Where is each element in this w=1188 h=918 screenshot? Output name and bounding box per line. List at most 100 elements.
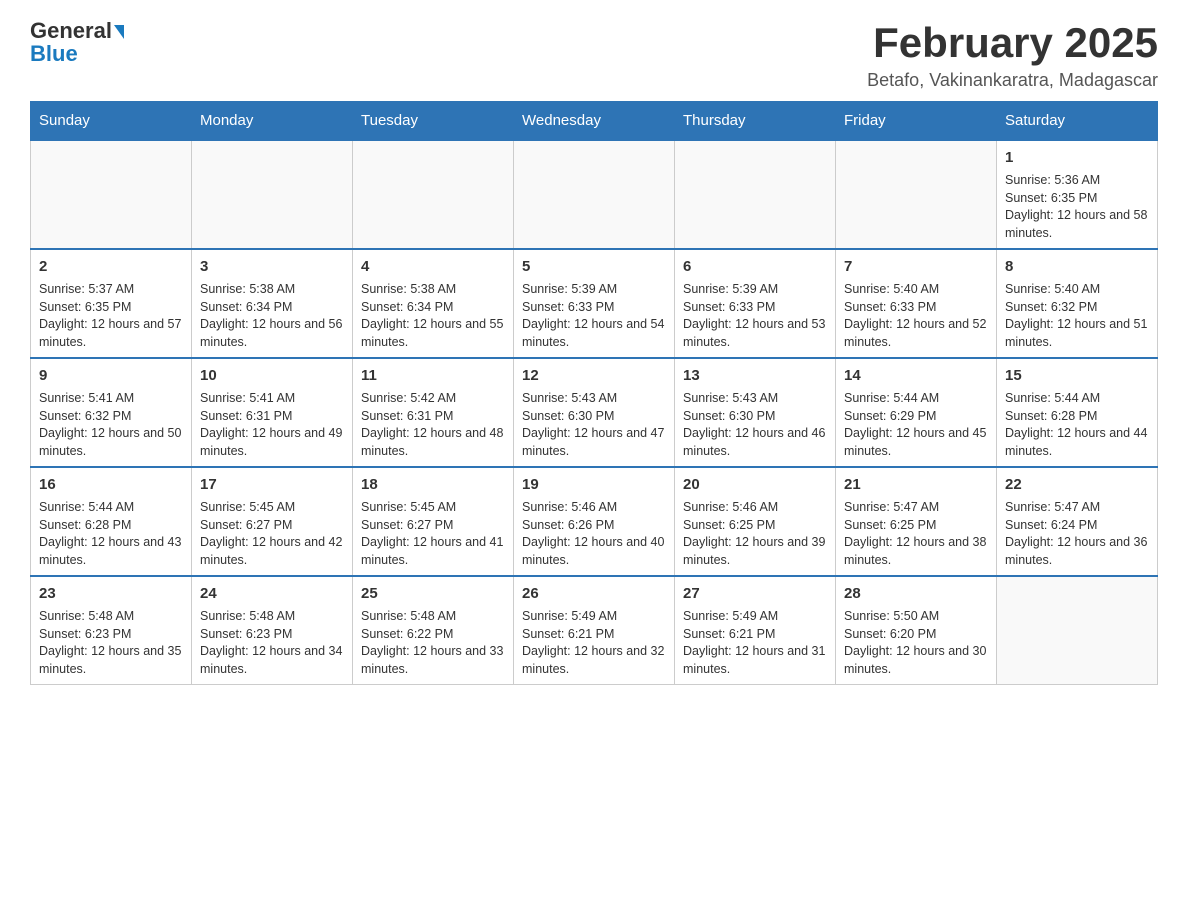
- day-number: 20: [683, 474, 827, 495]
- day-header-wednesday: Wednesday: [514, 102, 675, 141]
- calendar-day: 19 Sunrise: 5:46 AM Sunset: 6:26 PM Dayli…: [514, 467, 675, 576]
- day-info: Sunrise: 5:43 AM Sunset: 6:30 PM Dayligh…: [522, 390, 666, 460]
- logo-general-text: General: [30, 18, 112, 43]
- day-number: 10: [200, 365, 344, 386]
- calendar-day: 2 Sunrise: 5:37 AM Sunset: 6:35 PM Daylig…: [31, 249, 192, 358]
- day-number: 14: [844, 365, 988, 386]
- day-number: 16: [39, 474, 183, 495]
- day-info: Sunrise: 5:50 AM Sunset: 6:20 PM Dayligh…: [844, 608, 988, 678]
- day-info: Sunrise: 5:45 AM Sunset: 6:27 PM Dayligh…: [200, 499, 344, 569]
- day-number: 17: [200, 474, 344, 495]
- day-number: 2: [39, 256, 183, 277]
- logo-blue-text: Blue: [30, 41, 78, 66]
- day-number: 19: [522, 474, 666, 495]
- day-info: Sunrise: 5:44 AM Sunset: 6:28 PM Dayligh…: [1005, 390, 1149, 460]
- calendar-week-4: 16 Sunrise: 5:44 AM Sunset: 6:28 PM Dayli…: [31, 467, 1158, 576]
- calendar-day: 18Sunrise: 5:45 AM Sunset: 6:27 PM Dayli…: [353, 467, 514, 576]
- calendar-day: 26 Sunrise: 5:49 AM Sunset: 6:21 PM Dayli…: [514, 576, 675, 685]
- day-header-sunday: Sunday: [31, 102, 192, 141]
- calendar-day: [31, 140, 192, 249]
- day-number: 12: [522, 365, 666, 386]
- logo-arrow-icon: [114, 25, 124, 39]
- day-info: Sunrise: 5:41 AM Sunset: 6:32 PM Dayligh…: [39, 390, 183, 460]
- day-number: 15: [1005, 365, 1149, 386]
- day-header-thursday: Thursday: [675, 102, 836, 141]
- day-info: Sunrise: 5:39 AM Sunset: 6:33 PM Dayligh…: [522, 281, 666, 351]
- day-number: 11: [361, 365, 505, 386]
- day-number: 1: [1005, 147, 1149, 168]
- page-title: February 2025: [867, 20, 1158, 66]
- calendar-day: 9 Sunrise: 5:41 AM Sunset: 6:32 PM Daylig…: [31, 358, 192, 467]
- calendar-day: 17 Sunrise: 5:45 AM Sunset: 6:27 PM Dayli…: [192, 467, 353, 576]
- day-number: 26: [522, 583, 666, 604]
- day-info: Sunrise: 5:46 AM Sunset: 6:26 PM Dayligh…: [522, 499, 666, 569]
- calendar-day: [514, 140, 675, 249]
- day-info: Sunrise: 5:44 AM Sunset: 6:28 PM Dayligh…: [39, 499, 183, 569]
- calendar-day: 27Sunrise: 5:49 AM Sunset: 6:21 PM Dayli…: [675, 576, 836, 685]
- day-info: Sunrise: 5:39 AM Sunset: 6:33 PM Dayligh…: [683, 281, 827, 351]
- day-number: 21: [844, 474, 988, 495]
- calendar-day: 20 Sunrise: 5:46 AM Sunset: 6:25 PM Dayli…: [675, 467, 836, 576]
- day-number: 13: [683, 365, 827, 386]
- day-info: Sunrise: 5:44 AM Sunset: 6:29 PM Dayligh…: [844, 390, 988, 460]
- calendar-day: 12 Sunrise: 5:43 AM Sunset: 6:30 PM Dayli…: [514, 358, 675, 467]
- day-header-friday: Friday: [836, 102, 997, 141]
- day-number: 18: [361, 474, 505, 495]
- logo: General Blue: [30, 20, 124, 66]
- calendar-week-3: 9 Sunrise: 5:41 AM Sunset: 6:32 PM Daylig…: [31, 358, 1158, 467]
- day-info: Sunrise: 5:48 AM Sunset: 6:22 PM Dayligh…: [361, 608, 505, 678]
- calendar-day: 14 Sunrise: 5:44 AM Sunset: 6:29 PM Dayli…: [836, 358, 997, 467]
- day-info: Sunrise: 5:49 AM Sunset: 6:21 PM Dayligh…: [683, 608, 827, 678]
- title-section: February 2025 Betafo, Vakinankaratra, Ma…: [867, 20, 1158, 91]
- calendar-day: 23 Sunrise: 5:48 AM Sunset: 6:23 PM Dayli…: [31, 576, 192, 685]
- day-info: Sunrise: 5:47 AM Sunset: 6:25 PM Dayligh…: [844, 499, 988, 569]
- calendar-header: SundayMondayTuesdayWednesdayThursdayFrid…: [31, 102, 1158, 141]
- page-header: General Blue February 2025 Betafo, Vakin…: [30, 20, 1158, 91]
- calendar-week-1: 1Sunrise: 5:36 AM Sunset: 6:35 PM Daylig…: [31, 140, 1158, 249]
- day-info: Sunrise: 5:48 AM Sunset: 6:23 PM Dayligh…: [200, 608, 344, 678]
- day-number: 4: [361, 256, 505, 277]
- calendar-body: 1Sunrise: 5:36 AM Sunset: 6:35 PM Daylig…: [31, 140, 1158, 685]
- calendar-week-5: 23 Sunrise: 5:48 AM Sunset: 6:23 PM Dayli…: [31, 576, 1158, 685]
- day-info: Sunrise: 5:37 AM Sunset: 6:35 PM Dayligh…: [39, 281, 183, 351]
- day-number: 24: [200, 583, 344, 604]
- day-info: Sunrise: 5:43 AM Sunset: 6:30 PM Dayligh…: [683, 390, 827, 460]
- day-header-monday: Monday: [192, 102, 353, 141]
- day-number: 22: [1005, 474, 1149, 495]
- calendar-day: 1Sunrise: 5:36 AM Sunset: 6:35 PM Daylig…: [997, 140, 1158, 249]
- day-info: Sunrise: 5:38 AM Sunset: 6:34 PM Dayligh…: [200, 281, 344, 351]
- day-info: Sunrise: 5:48 AM Sunset: 6:23 PM Dayligh…: [39, 608, 183, 678]
- day-number: 3: [200, 256, 344, 277]
- calendar-day: 5 Sunrise: 5:39 AM Sunset: 6:33 PM Daylig…: [514, 249, 675, 358]
- logo-top-line: General: [30, 20, 124, 43]
- calendar-day: 8 Sunrise: 5:40 AM Sunset: 6:32 PM Daylig…: [997, 249, 1158, 358]
- day-info: Sunrise: 5:49 AM Sunset: 6:21 PM Dayligh…: [522, 608, 666, 678]
- day-info: Sunrise: 5:47 AM Sunset: 6:24 PM Dayligh…: [1005, 499, 1149, 569]
- day-number: 23: [39, 583, 183, 604]
- day-number: 7: [844, 256, 988, 277]
- page-subtitle: Betafo, Vakinankaratra, Madagascar: [867, 70, 1158, 91]
- day-header-saturday: Saturday: [997, 102, 1158, 141]
- calendar-day: [997, 576, 1158, 685]
- calendar-day: [836, 140, 997, 249]
- calendar-day: 4 Sunrise: 5:38 AM Sunset: 6:34 PM Daylig…: [353, 249, 514, 358]
- day-number: 25: [361, 583, 505, 604]
- calendar-week-2: 2 Sunrise: 5:37 AM Sunset: 6:35 PM Daylig…: [31, 249, 1158, 358]
- day-info: Sunrise: 5:42 AM Sunset: 6:31 PM Dayligh…: [361, 390, 505, 460]
- day-info: Sunrise: 5:46 AM Sunset: 6:25 PM Dayligh…: [683, 499, 827, 569]
- day-info: Sunrise: 5:41 AM Sunset: 6:31 PM Dayligh…: [200, 390, 344, 460]
- calendar-day: 13 Sunrise: 5:43 AM Sunset: 6:30 PM Dayli…: [675, 358, 836, 467]
- calendar-day: 16 Sunrise: 5:44 AM Sunset: 6:28 PM Dayli…: [31, 467, 192, 576]
- day-info: Sunrise: 5:40 AM Sunset: 6:32 PM Dayligh…: [1005, 281, 1149, 351]
- day-number: 28: [844, 583, 988, 604]
- day-number: 9: [39, 365, 183, 386]
- day-number: 8: [1005, 256, 1149, 277]
- day-info: Sunrise: 5:40 AM Sunset: 6:33 PM Dayligh…: [844, 281, 988, 351]
- calendar-day: 10 Sunrise: 5:41 AM Sunset: 6:31 PM Dayli…: [192, 358, 353, 467]
- day-header-tuesday: Tuesday: [353, 102, 514, 141]
- calendar-day: [192, 140, 353, 249]
- calendar-day: 3 Sunrise: 5:38 AM Sunset: 6:34 PM Daylig…: [192, 249, 353, 358]
- calendar-day: 7 Sunrise: 5:40 AM Sunset: 6:33 PM Daylig…: [836, 249, 997, 358]
- day-number: 5: [522, 256, 666, 277]
- day-info: Sunrise: 5:38 AM Sunset: 6:34 PM Dayligh…: [361, 281, 505, 351]
